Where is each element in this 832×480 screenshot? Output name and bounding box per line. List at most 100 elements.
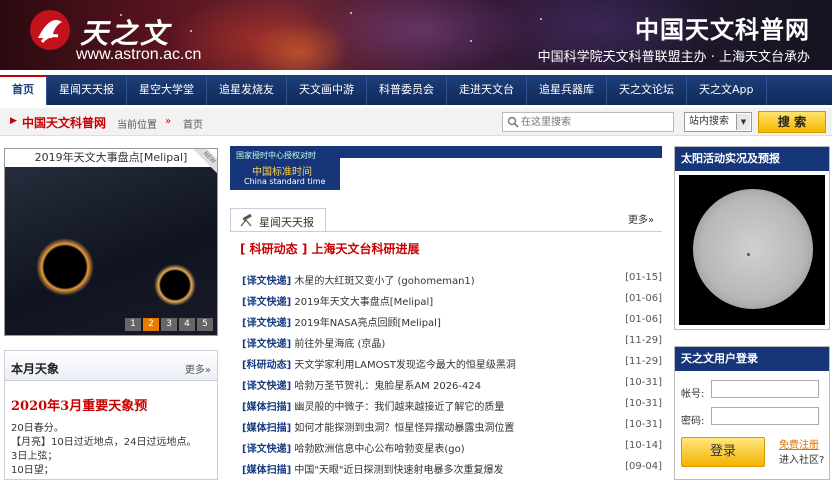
news-category[interactable]: [媒体扫描]: [242, 465, 291, 476]
login-title: 天之文用户登录: [675, 347, 829, 371]
sun-disk: [693, 189, 813, 309]
news-item[interactable]: [译文快递] 木星的大红斑又变小了 (gohomeman1) [01-15]: [242, 272, 662, 293]
time-bar: [340, 146, 662, 158]
news-title[interactable]: 木星的大红斑又变小了 (gohomeman1): [294, 276, 474, 287]
nav-item-sky-university[interactable]: 星空大学堂: [127, 75, 207, 105]
nav-item-enthusiasts[interactable]: 追星发烧友: [207, 75, 287, 105]
tab-daily-news[interactable]: 星闻天天报: [230, 208, 326, 232]
news-item[interactable]: [科研动态] 天文学家利用LAMOST发现迄今最大的恒星级黑洞 [11-29]: [242, 356, 662, 377]
search-input[interactable]: [521, 114, 671, 130]
star-decoration: [190, 30, 192, 32]
breadcrumb-label: 当前位置: [117, 120, 157, 131]
news-date: [10-31]: [625, 377, 662, 388]
arrow-right-icon: ▶: [10, 116, 17, 126]
logo-url[interactable]: www.astron.ac.cn: [76, 46, 201, 64]
news-category[interactable]: [译文快递]: [242, 381, 291, 392]
divider: [230, 231, 662, 232]
news-title[interactable]: 哈勃万圣节贺礼：鬼脸星系AM 2026-424: [294, 381, 481, 392]
news-category[interactable]: [译文快递]: [242, 318, 291, 329]
news-category[interactable]: [译文快递]: [242, 444, 291, 455]
news-title[interactable]: 如何才能探测到虫洞？恒星怪异摆动暴露虫洞位置: [294, 423, 514, 434]
month-headline[interactable]: 2020年3月重要天象预: [11, 395, 147, 414]
site-title: 中国天文科普网: [635, 15, 810, 44]
nav-item-equipment[interactable]: 追星兵器库: [527, 75, 607, 105]
news-title[interactable]: 2019年天文大事盘点[Melipal]: [294, 297, 433, 308]
password-label: 密码:: [681, 416, 705, 427]
site-subtitle: 中国科学院天文科普联盟主办 · 上海天文台承办: [537, 50, 810, 65]
news-title[interactable]: 2019年NASA亮点回顾[Melipal]: [294, 318, 441, 329]
news-category[interactable]: [译文快递]: [242, 297, 291, 308]
account-label: 帐号:: [681, 389, 705, 400]
news-date: [10-31]: [625, 398, 662, 409]
news-item[interactable]: [媒体扫描] 如何才能探测到虫洞？恒星怪异摆动暴露虫洞位置 [10-31]: [242, 419, 662, 440]
tab-label: 星闻天天报: [259, 216, 314, 229]
slider-page-4[interactable]: 4: [179, 318, 195, 331]
breadcrumb-current[interactable]: 首页: [183, 116, 203, 131]
news-category[interactable]: [科研动态]: [242, 360, 291, 371]
news-date: [10-14]: [625, 440, 662, 451]
news-date: [01-15]: [625, 272, 662, 283]
nav-item-astro-gallery[interactable]: 天文画中游: [287, 75, 367, 105]
search-scope-value: 站内搜索: [689, 116, 729, 127]
breadcrumb-separator: »: [165, 116, 172, 127]
month-line: 3日上弦；: [11, 451, 58, 462]
news-title[interactable]: 哈勃欧洲信息中心公布哈勃变星表(go): [294, 444, 464, 455]
search-box[interactable]: [502, 112, 674, 132]
site-logo-icon[interactable]: [28, 8, 72, 52]
news-item[interactable]: [媒体扫描] 幽灵般的中微子：我们越来越接近了解它的质量 [10-31]: [242, 398, 662, 419]
news-title[interactable]: 天文学家利用LAMOST发现迄今最大的恒星级黑洞: [294, 360, 516, 371]
monthly-sky-events: 本月天象 更多» 2020年3月重要天象预 20日春分。 【月亮】10日过近地点…: [4, 350, 218, 480]
telescope-icon: [240, 214, 252, 227]
news-category[interactable]: [媒体扫描]: [242, 402, 291, 413]
news-more-link[interactable]: 更多»: [628, 211, 654, 226]
slider-page-5[interactable]: 5: [197, 318, 213, 331]
enter-community-link[interactable]: 进入社区?: [779, 451, 824, 466]
news-category[interactable]: [媒体扫描]: [242, 423, 291, 434]
site-banner: 天之文 www.astron.ac.cn 中国天文科普网 中国科学院天文科普联盟…: [0, 0, 832, 70]
account-field[interactable]: [711, 380, 819, 398]
chevron-down-icon[interactable]: ▼: [736, 114, 750, 130]
register-link[interactable]: 免费注册: [779, 436, 819, 451]
password-field[interactable]: [711, 407, 819, 425]
news-date: [01-06]: [625, 314, 662, 325]
search-button[interactable]: 搜 索: [758, 111, 826, 133]
nav-item-app[interactable]: 天之文App: [687, 75, 767, 105]
news-feature-link[interactable]: [ 科研动态 ] 上海天文台科研进展: [240, 240, 420, 257]
slider-caption[interactable]: 2019年天文大事盘点[Melipal]: [5, 149, 217, 167]
news-category[interactable]: [译文快递]: [242, 276, 291, 287]
nav-item-home[interactable]: 首页: [0, 75, 47, 105]
login-button[interactable]: 登录: [681, 437, 765, 467]
nav-item-daily-news[interactable]: 星闻天天报: [47, 75, 127, 105]
nav-item-committee[interactable]: 科普委员会: [367, 75, 447, 105]
slider-page-1[interactable]: 1: [125, 318, 141, 331]
slider-page-3[interactable]: 3: [161, 318, 177, 331]
search-scope-select[interactable]: 站内搜索 ▼: [684, 112, 752, 132]
news-item[interactable]: [译文快递] 前往外星海底 (京晶) [11-29]: [242, 335, 662, 356]
news-date: [09-04]: [625, 461, 662, 472]
standard-time-widget[interactable]: 国家授时中心授权对时 中国标准时间 China standard time: [230, 146, 340, 190]
news-date: [01-06]: [625, 293, 662, 304]
news-item[interactable]: [译文快递] 哈勃欧洲信息中心公布哈勃变星表(go) [10-14]: [242, 440, 662, 461]
sun-image[interactable]: [679, 175, 825, 325]
news-item[interactable]: [译文快递] 2019年天文大事盘点[Melipal] [01-06]: [242, 293, 662, 314]
breadcrumb-site-link[interactable]: 中国天文科普网: [22, 114, 106, 131]
month-line: 10日望；: [11, 465, 54, 476]
nav-item-observatory[interactable]: 走进天文台: [447, 75, 527, 105]
solar-activity-title[interactable]: 太阳活动实况及预报: [675, 147, 829, 171]
news-title[interactable]: 中国"天眼"近日探测到快速射电暴多次重复爆发: [294, 465, 503, 476]
news-item[interactable]: [译文快递] 哈勃万圣节贺礼：鬼脸星系AM 2026-424 [10-31]: [242, 377, 662, 398]
slider-page-2[interactable]: 2: [143, 318, 159, 331]
news-list: [译文快递] 木星的大红斑又变小了 (gohomeman1) [01-15] […: [242, 272, 662, 480]
news-date: [11-29]: [625, 356, 662, 367]
news-title[interactable]: 幽灵般的中微子：我们越来越接近了解它的质量: [294, 402, 504, 413]
featured-slider[interactable]: 2019年天文大事盘点[Melipal] NEW 1 2 3 4 5: [4, 148, 218, 336]
news-item[interactable]: [译文快递] 2019年NASA亮点回顾[Melipal] [01-06]: [242, 314, 662, 335]
month-line: 20日春分。: [11, 423, 64, 434]
news-item[interactable]: [媒体扫描] 中国"天眼"近日探测到快速射电暴多次重复爆发 [09-04]: [242, 461, 662, 480]
news-category[interactable]: [译文快递]: [242, 339, 291, 350]
news-title[interactable]: 前往外星海底 (京晶): [294, 339, 385, 350]
nav-item-forum[interactable]: 天之文论坛: [607, 75, 687, 105]
month-more-link[interactable]: 更多»: [185, 361, 211, 376]
news-date: [10-31]: [625, 419, 662, 430]
month-line: 【月亮】10日过近地点，24日过远地点。: [11, 437, 197, 448]
